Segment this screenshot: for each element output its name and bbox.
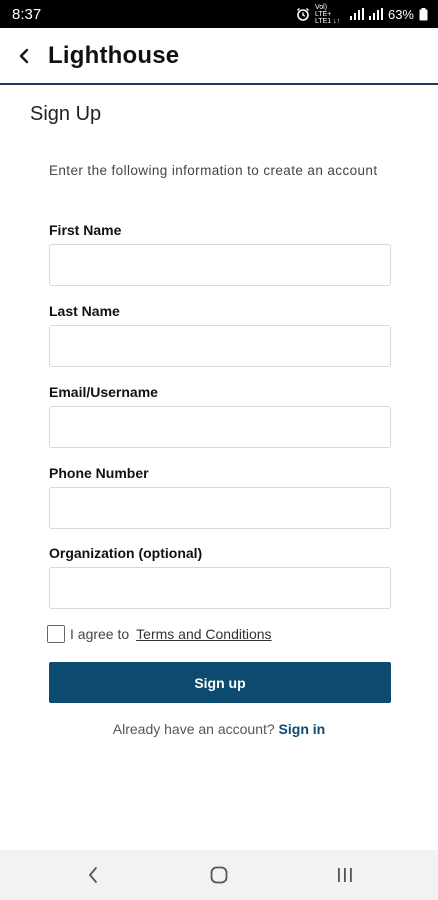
signin-link[interactable]: Sign in	[279, 721, 326, 737]
home-icon	[210, 866, 228, 884]
last-name-label: Last Name	[49, 303, 120, 319]
first-name-label: First Name	[49, 222, 122, 238]
email-username-label: Email/Username	[49, 384, 158, 400]
signin-prompt: Already have an account?	[112, 721, 275, 737]
nav-recents-button[interactable]	[315, 850, 375, 900]
battery-icon	[419, 7, 428, 21]
app-title: Lighthouse	[48, 41, 180, 69]
back-icon	[89, 867, 97, 883]
email-username-input[interactable]	[49, 406, 391, 448]
last-name-input[interactable]	[49, 325, 391, 367]
signin-row: Already have an account? Sign in	[0, 721, 438, 737]
first-name-input[interactable]	[49, 244, 391, 286]
battery-percent: 63%	[387, 6, 414, 22]
network-label: Vol) LTE+ LTE1 ↓↑	[314, 3, 341, 25]
agree-text: I agree to	[70, 626, 130, 642]
terms-row: I agree to Terms and Conditions	[47, 625, 272, 643]
terms-checkbox[interactable]	[47, 625, 65, 643]
back-arrow-icon	[19, 48, 29, 63]
signal-icon	[349, 8, 364, 20]
intro-text: Enter the following information to creat…	[49, 163, 378, 178]
alarm-icon	[296, 7, 310, 21]
nav-bar	[0, 850, 438, 900]
signal-icon	[368, 8, 383, 20]
phone-number-label: Phone Number	[49, 465, 149, 481]
status-bar: 8:37 Vol) LTE+ LTE1 ↓↑ 63%	[0, 0, 438, 28]
status-icons: Vol) LTE+ LTE1 ↓↑ 63%	[296, 4, 428, 25]
status-time: 8:37	[12, 5, 42, 23]
organization-input[interactable]	[49, 567, 391, 609]
app-bar: Lighthouse	[0, 28, 438, 85]
phone-number-input[interactable]	[49, 487, 391, 529]
page-title: Sign Up	[30, 103, 102, 125]
recents-icon	[338, 868, 352, 882]
back-button[interactable]	[0, 27, 48, 84]
nav-back-button[interactable]	[63, 850, 123, 900]
signup-button[interactable]: Sign up	[49, 662, 391, 703]
organization-label: Organization (optional)	[49, 545, 203, 561]
terms-link[interactable]: Terms and Conditions	[136, 626, 271, 642]
nav-home-button[interactable]	[189, 850, 249, 900]
